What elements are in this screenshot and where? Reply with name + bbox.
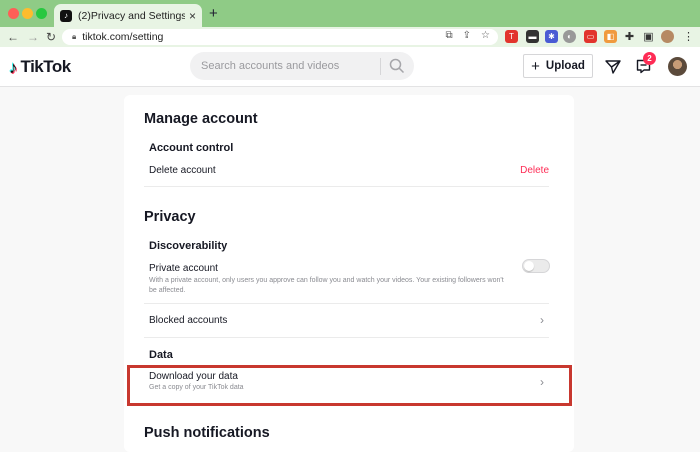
tiktok-favicon-icon: ♪ [60,9,72,22]
user-avatar[interactable] [668,57,687,76]
manage-account-title: Manage account [144,111,258,127]
private-account-description: With a private account, only users you a… [149,277,504,294]
url-text: tiktok.com/setting [82,31,164,43]
search-bar[interactable]: Search accounts and videos [190,52,414,80]
private-account-label: Private account [149,263,218,274]
address-bar[interactable]: 🔒︎ tiktok.com/setting ⧉ ⇪ ☆ [62,29,498,45]
highlight-box [127,365,572,406]
extensions-puzzle-icon[interactable]: ✚ [623,30,636,43]
extension-grey-icon[interactable]: ◐ [563,30,576,43]
tiktok-header: ♪ TikTok Search accounts and videos + Up… [0,47,700,87]
extension-puzzle-blue-icon[interactable]: ✱ [545,30,558,43]
privacy-title: Privacy [144,209,196,225]
upload-button[interactable]: + Upload [523,54,593,78]
reload-icon[interactable]: ↻ [44,30,58,44]
minimize-window-button[interactable] [22,8,33,19]
tiktok-wordmark: TikTok [20,57,72,76]
plus-icon: + [531,57,540,75]
browser-menu-icon[interactable]: ⋮ [682,30,695,43]
toggle-knob [524,261,534,271]
divider [144,337,549,338]
messages-send-icon[interactable] [605,59,621,75]
blocked-accounts-label: Blocked accounts [149,315,228,326]
push-notifications-title: Push notifications [144,425,270,441]
browser-tab[interactable]: ♪ (2)Privacy and Settings | TikTok × [54,4,202,27]
delete-account-label: Delete account [149,165,216,176]
upload-label: Upload [545,60,585,72]
divider [144,303,549,304]
extension-badge-icon[interactable]: ▭ [584,30,597,43]
search-icon[interactable] [389,58,405,74]
extension-keyboard-icon[interactable]: ▬ [526,30,539,43]
tiktok-logo[interactable]: ♪ TikTok [9,57,71,77]
tiktok-note-icon: ♪ [9,57,18,77]
back-arrow-icon[interactable]: ← [6,30,20,44]
delete-account-button[interactable]: Delete [520,165,549,176]
bookmark-star-icon[interactable]: ☆ [481,30,490,41]
extension-red-icon[interactable]: T [505,30,518,43]
account-control-label: Account control [149,142,234,154]
open-external-icon[interactable]: ⧉ [446,30,453,41]
divider [144,186,549,187]
lock-icon: 🔒︎ [72,32,77,41]
discoverability-label: Discoverability [149,240,228,252]
tab-title: (2)Privacy and Settings | TikTok [78,9,185,22]
profile-avatar-icon[interactable] [661,30,674,43]
browser-tab-strip: ♪ (2)Privacy and Settings | TikTok × + [0,0,700,27]
share-icon[interactable]: ⇪ [463,30,471,41]
maximize-window-button[interactable] [36,8,47,19]
private-account-toggle[interactable] [522,259,550,273]
chevron-right-icon: › [540,313,544,327]
new-tab-button[interactable]: + [209,5,218,22]
sidebar-toggle-icon[interactable]: ▣ [642,30,655,43]
inbox-badge: 2 [643,52,656,65]
tab-close-icon[interactable]: × [189,9,196,23]
data-label: Data [149,349,173,361]
extension-orange-icon[interactable]: ◧ [604,30,617,43]
forward-arrow-icon[interactable]: → [26,30,40,44]
search-input[interactable]: Search accounts and videos [201,60,339,72]
search-divider [380,58,381,75]
close-window-button[interactable] [8,8,19,19]
